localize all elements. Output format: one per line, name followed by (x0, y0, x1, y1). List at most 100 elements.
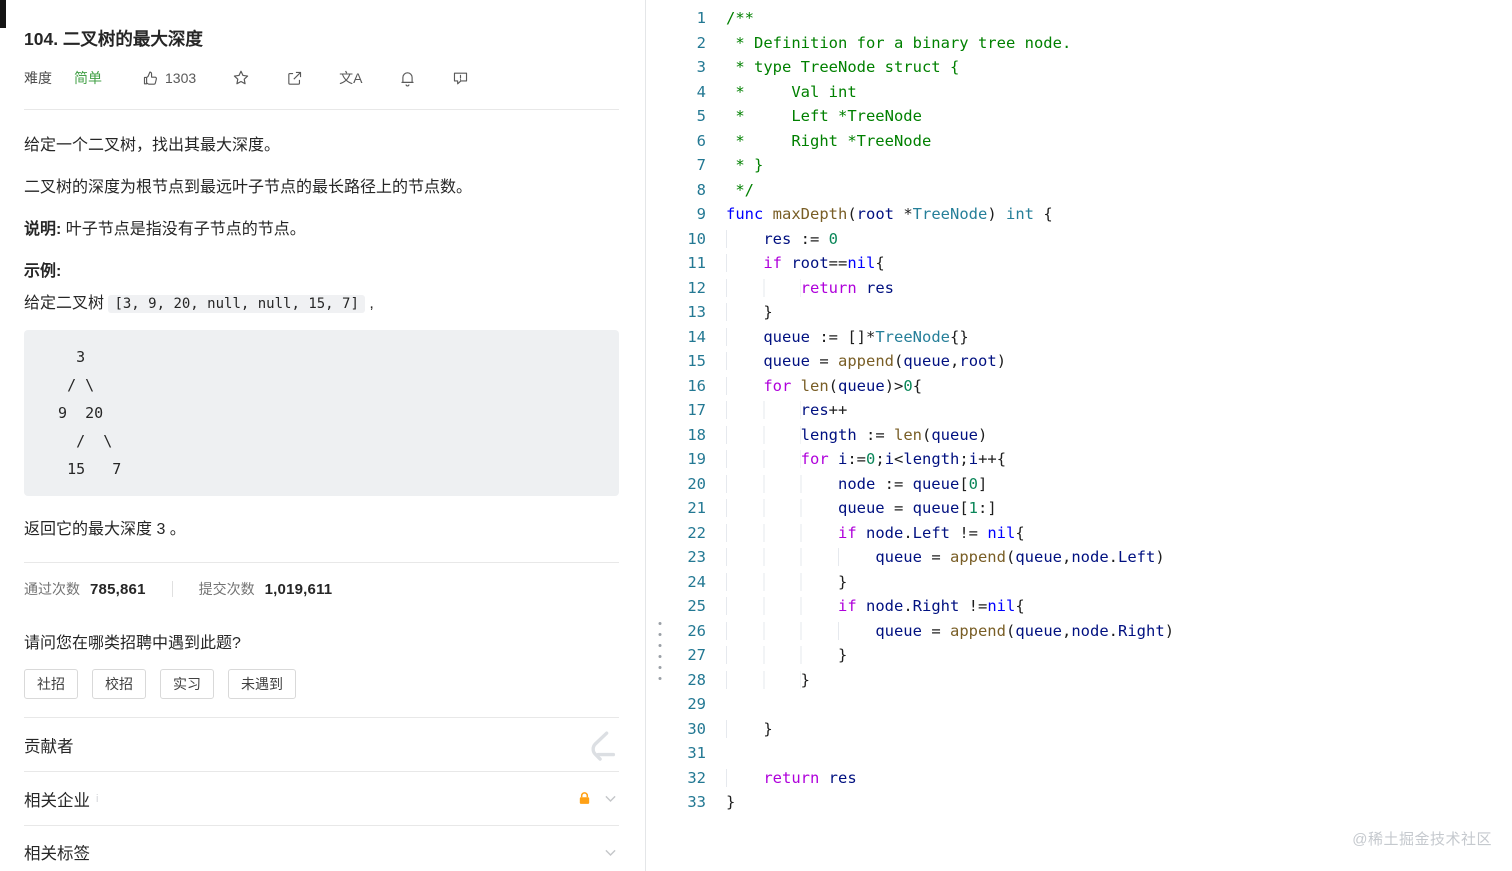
code-line-text: } (726, 300, 773, 325)
example-input-line: 给定二叉树 [3, 9, 20, null, null, 15, 7] , (24, 295, 374, 313)
code-line[interactable]: 10 res := 0 (674, 227, 1512, 252)
notification-button[interactable] (399, 70, 416, 87)
favorite-button[interactable] (232, 69, 250, 87)
code-line[interactable]: 25 if node.Right !=nil{ (674, 594, 1512, 619)
code-line[interactable]: 22 if node.Left != nil{ (674, 521, 1512, 546)
translate-button[interactable]: 文A (339, 68, 362, 88)
code-line[interactable]: 24 } (674, 570, 1512, 595)
feedback-button[interactable] (452, 70, 469, 87)
code-line[interactable]: 13 } (674, 300, 1512, 325)
line-number: 29 (687, 695, 706, 713)
indent-guide (726, 352, 764, 370)
survey-option-button[interactable]: 社招 (24, 669, 78, 699)
code-line[interactable]: 31 (674, 741, 1512, 766)
code-line-text: * Definition for a binary tree node. (726, 33, 1072, 52)
related-companies-label: 相关企业 i (24, 791, 99, 810)
section-related-companies[interactable]: 相关企业 i (24, 771, 619, 825)
like-count: 1303 (165, 70, 197, 86)
share-button[interactable] (286, 70, 303, 87)
survey-question: 请问您在哪类招聘中遇到此题? (24, 635, 241, 652)
thumbs-up-icon (142, 70, 159, 87)
code-line[interactable]: 23 queue = append(queue,node.Left) (674, 545, 1512, 570)
line-number: 19 (687, 450, 706, 468)
line-number: 33 (687, 793, 706, 811)
indent-guide (726, 523, 838, 542)
problem-meta-bar: 难度 简单 1303 文A (24, 67, 619, 89)
code-editor[interactable]: 1 /** 2 * Definition for a binary tree nod… (674, 0, 1512, 871)
code-line[interactable]: 8 */ (674, 178, 1512, 203)
section-related-tags[interactable]: 相关标签 (24, 825, 619, 871)
like-button[interactable]: 1303 (142, 70, 196, 87)
indent-guide (726, 278, 801, 297)
difficulty-label: 难度 (24, 70, 52, 86)
indent-guide (726, 474, 838, 493)
code-line[interactable]: 17 res++ (674, 398, 1512, 423)
code-line-text: * type TreeNode struct { (726, 58, 960, 76)
note-text: 叶子节点是指没有子节点的节点。 (61, 221, 306, 238)
stats-separator (171, 581, 173, 597)
survey-option-button[interactable]: 实习 (160, 669, 214, 699)
code-line[interactable]: 1 /** (674, 6, 1512, 31)
indent-guide (726, 646, 838, 664)
code-line[interactable]: 6 * Right *TreeNode (674, 129, 1512, 154)
code-line-text: if node.Left != nil{ (726, 521, 1025, 546)
problem-panel: 104. 二叉树的最大深度 难度 简单 1303 文A 给定一个二叉树，找出其最… (0, 0, 646, 871)
code-line[interactable]: 7 * } (674, 153, 1512, 178)
code-line[interactable]: 14 queue := []*TreeNode{} (674, 325, 1512, 350)
code-area[interactable]: 1 /** 2 * Definition for a binary tree nod… (674, 6, 1512, 815)
indent-guide (726, 303, 764, 321)
chevron-down-icon[interactable] (602, 844, 619, 861)
indent-guide (726, 425, 801, 444)
section-contributors[interactable]: 贡献者 (24, 717, 619, 771)
drag-grip-icon[interactable] (658, 622, 662, 680)
line-number: 32 (687, 768, 706, 787)
survey-option-button[interactable]: 未遇到 (228, 669, 296, 699)
line-number: 22 (687, 523, 706, 542)
indent-guide (726, 254, 764, 272)
survey-option-button[interactable]: 校招 (92, 669, 146, 699)
code-line[interactable]: 30 } (674, 717, 1512, 742)
app-window: 104. 二叉树的最大深度 难度 简单 1303 文A 给定一个二叉树，找出其最… (0, 0, 1512, 871)
difficulty-badge: 简单 (74, 70, 102, 86)
page-title: 104. 二叉树的最大深度 (24, 29, 203, 49)
feedback-bubble-icon (452, 70, 469, 87)
related-tags-label: 相关标签 (24, 845, 90, 863)
code-line[interactable]: 11 if root==nil{ (674, 251, 1512, 276)
code-line[interactable]: 12 return res (674, 276, 1512, 301)
code-line[interactable]: 15 queue = append(queue,root) (674, 349, 1512, 374)
code-line[interactable]: 29 (674, 692, 1512, 717)
submissions-label: 提交次数 (198, 581, 255, 597)
code-line[interactable]: 5 * Left *TreeNode (674, 104, 1512, 129)
description-paragraph: 给定一个二叉树，找出其最大深度。 (24, 137, 281, 154)
line-number: 25 (687, 597, 706, 615)
code-line[interactable]: 16 for len(queue)>0{ (674, 374, 1512, 399)
code-line[interactable]: 33} (674, 790, 1512, 815)
code-line[interactable]: 20 node := queue[0] (674, 472, 1512, 497)
code-line[interactable]: 27 } (674, 643, 1512, 668)
line-number: 26 (687, 621, 706, 640)
code-line-text: * Val int (726, 82, 857, 101)
line-number: 14 (687, 327, 706, 346)
contributors-label: 贡献者 (24, 737, 74, 756)
stats-bar: 通过次数 785,861 提交次数 1,019,611 (24, 579, 619, 599)
line-number: 15 (687, 352, 706, 370)
info-icon: i (96, 792, 99, 805)
code-line[interactable]: 28 } (674, 668, 1512, 693)
code-line-text: if node.Right !=nil{ (726, 594, 1025, 619)
code-line[interactable]: 2 * Definition for a binary tree node. (674, 31, 1512, 56)
code-line[interactable]: 18 length := len(queue) (674, 423, 1512, 448)
code-line[interactable]: 9 func maxDepth(root *TreeNode) int { (674, 202, 1512, 227)
indent-guide (726, 572, 838, 591)
left-scrollbar-thumb[interactable] (0, 0, 6, 28)
star-icon (232, 69, 250, 87)
code-line[interactable]: 4 * Val int (674, 80, 1512, 105)
code-line-text: length := len(queue) (726, 423, 987, 448)
code-line[interactable]: 32 return res (674, 766, 1512, 791)
code-line[interactable]: 19 for i:=0;i<length;i++{ (674, 447, 1512, 472)
code-line[interactable]: 26 queue = append(queue,node.Right) (674, 619, 1512, 644)
code-line[interactable]: 3 * type TreeNode struct { (674, 55, 1512, 80)
code-line[interactable]: 21 queue = queue[1:] (674, 496, 1512, 521)
panel-resize-handle[interactable] (646, 0, 674, 871)
line-number: 21 (687, 499, 706, 517)
chevron-down-icon[interactable] (602, 790, 619, 807)
